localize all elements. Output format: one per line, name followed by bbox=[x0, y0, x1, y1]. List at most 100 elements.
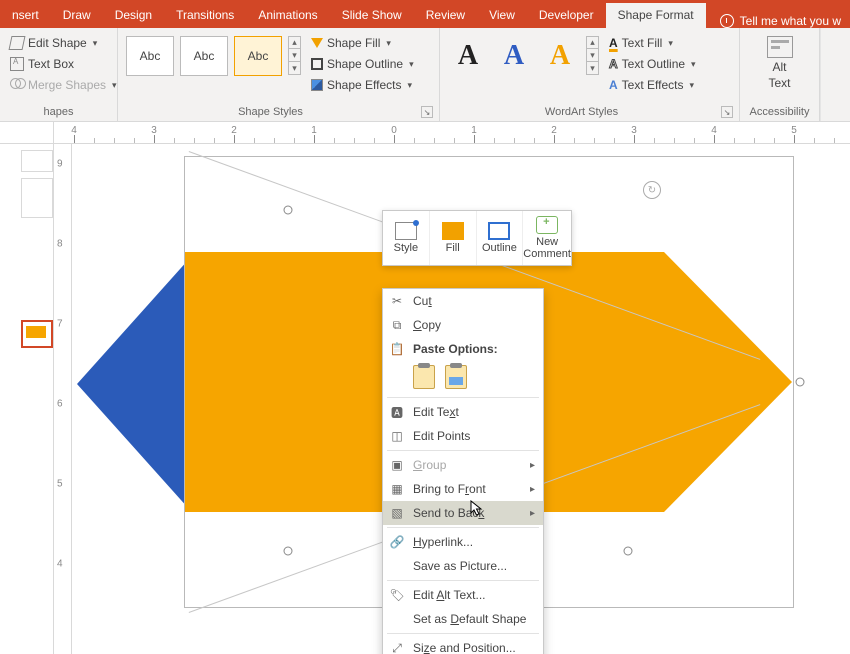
ctx-copy[interactable]: ⧉ Copy bbox=[383, 313, 543, 337]
bring-front-icon: ▦ bbox=[389, 481, 405, 497]
send-back-icon: ▧ bbox=[389, 505, 405, 521]
ctx-size-and-position[interactable]: ⤢ Size and Position... bbox=[383, 636, 543, 654]
style-swatch[interactable]: Abc bbox=[126, 36, 174, 76]
workspace: 987654 ↻ Style bbox=[0, 144, 850, 654]
gallery-more-icon[interactable]: ▾ bbox=[586, 62, 599, 75]
text-box-button[interactable]: Text Box bbox=[6, 55, 121, 73]
tab-draw[interactable]: Draw bbox=[51, 3, 103, 28]
mini-style-button[interactable]: Style bbox=[383, 211, 429, 265]
mini-new-comment-button[interactable]: New Comment bbox=[522, 211, 571, 265]
text-outline-label: Text Outline bbox=[622, 57, 685, 71]
ctx-edit-points[interactable]: ◫ Edit Points bbox=[383, 424, 543, 448]
text-fill-label: Text Fill bbox=[622, 36, 663, 50]
mini-outline-button[interactable]: Outline bbox=[476, 211, 523, 265]
tab-developer[interactable]: Developer bbox=[527, 3, 606, 28]
tab-slideshow[interactable]: Slide Show bbox=[330, 3, 414, 28]
selection-handle[interactable] bbox=[284, 547, 293, 556]
wordart-swatch[interactable]: A bbox=[540, 36, 580, 76]
tell-me-label: Tell me what you w bbox=[740, 14, 841, 28]
alt-text-label2: Text bbox=[768, 76, 790, 90]
paste-keep-formatting[interactable] bbox=[413, 365, 435, 389]
fill-icon bbox=[442, 222, 464, 240]
gallery-more-icon[interactable]: ▾ bbox=[288, 62, 301, 75]
alt-text-icon bbox=[767, 36, 793, 58]
ctx-edit-text[interactable]: 🅰 Edit Text bbox=[383, 400, 543, 424]
text-effects-button[interactable]: A Text Effects ▾ bbox=[605, 76, 700, 94]
paste-as-picture[interactable] bbox=[445, 365, 467, 389]
chevron-down-icon: ▾ bbox=[409, 59, 414, 70]
tab-view[interactable]: View bbox=[477, 3, 527, 28]
ctx-edit-alt-text[interactable]: 🏷 Edit Alt Text... bbox=[383, 583, 543, 607]
wordart-gallery[interactable]: A A A ▴ ▾ ▾ bbox=[446, 32, 601, 76]
shape-fill-label: Shape Fill bbox=[327, 36, 380, 50]
alt-text-button[interactable]: Alt Text bbox=[759, 32, 801, 94]
shape-effects-label: Shape Effects bbox=[327, 78, 402, 92]
slide-thumbnail-selected[interactable] bbox=[21, 320, 53, 348]
gallery-scroll[interactable]: ▴ ▾ ▾ bbox=[288, 36, 301, 75]
gallery-up-icon[interactable]: ▴ bbox=[586, 36, 599, 49]
slide-thumbnail[interactable] bbox=[21, 178, 53, 218]
ctx-set-default-shape[interactable]: Set as Default Shape bbox=[383, 607, 543, 631]
text-box-icon bbox=[10, 57, 24, 71]
dialog-launcher-icon[interactable]: ↘ bbox=[721, 106, 733, 118]
copy-icon: ⧉ bbox=[389, 317, 405, 333]
slide-thumbnails[interactable] bbox=[0, 144, 54, 654]
shape-outline-button[interactable]: Shape Outline ▾ bbox=[307, 55, 418, 73]
ribbon: Edit Shape ▾ Text Box Merge Shapes ▾ hap… bbox=[0, 28, 850, 122]
blue-triangle-shape[interactable] bbox=[77, 259, 189, 509]
ctx-cut[interactable]: ✂ Cut bbox=[383, 289, 543, 313]
wordart-swatch[interactable]: A bbox=[494, 36, 534, 76]
dialog-launcher-icon[interactable]: ↘ bbox=[421, 106, 433, 118]
ctx-hyperlink[interactable]: 🔗 Hyperlink... bbox=[383, 530, 543, 554]
tab-shape-format[interactable]: Shape Format bbox=[606, 3, 706, 28]
text-fill-button[interactable]: A Text Fill ▾ bbox=[605, 34, 700, 52]
text-box-label: Text Box bbox=[28, 57, 74, 71]
style-swatch[interactable]: Abc bbox=[234, 36, 282, 76]
edit-shape-button[interactable]: Edit Shape ▾ bbox=[6, 34, 121, 52]
style-swatch[interactable]: Abc bbox=[180, 36, 228, 76]
selection-handle[interactable] bbox=[796, 378, 805, 387]
group-label-insert-shapes: hapes bbox=[6, 104, 111, 121]
slide-surface[interactable]: ↻ Style Fill Outline bbox=[72, 144, 850, 654]
tab-insert[interactable]: nsert bbox=[0, 3, 51, 28]
text-outline-button[interactable]: A Text Outline ▾ bbox=[605, 55, 700, 73]
tab-design[interactable]: Design bbox=[103, 3, 164, 28]
slide-canvas[interactable]: 987654 ↻ Style bbox=[54, 144, 850, 654]
chevron-down-icon: ▾ bbox=[691, 59, 696, 70]
style-icon bbox=[395, 222, 417, 240]
shape-fill-button[interactable]: Shape Fill ▾ bbox=[307, 34, 418, 52]
shape-styles-gallery[interactable]: Abc Abc Abc ▴ ▾ ▾ bbox=[124, 32, 303, 76]
tell-me-search[interactable]: Tell me what you w bbox=[706, 14, 849, 28]
gallery-down-icon[interactable]: ▾ bbox=[586, 49, 599, 62]
group-icon: ▣ bbox=[389, 457, 405, 473]
chevron-down-icon: ▾ bbox=[93, 38, 98, 49]
edit-text-icon: 🅰 bbox=[389, 404, 405, 420]
ctx-paste-options-header: 📋 Paste Options: bbox=[383, 337, 543, 361]
slide-thumbnail[interactable] bbox=[21, 150, 53, 172]
shape-outline-label: Shape Outline bbox=[327, 57, 403, 71]
selection-handle[interactable] bbox=[284, 206, 293, 215]
outline-icon bbox=[311, 58, 323, 70]
selection-handle[interactable] bbox=[624, 547, 633, 556]
submenu-arrow-icon: ▸ bbox=[530, 508, 535, 519]
group-label-wordart-styles: WordArt Styles ↘ bbox=[446, 104, 733, 121]
rotate-handle[interactable]: ↻ bbox=[643, 181, 661, 199]
lightbulb-icon bbox=[720, 14, 734, 28]
wordart-swatch[interactable]: A bbox=[448, 36, 488, 76]
ctx-save-as-picture[interactable]: Save as Picture... bbox=[383, 554, 543, 578]
tab-transitions[interactable]: Transitions bbox=[164, 3, 246, 28]
edit-points-icon: ◫ bbox=[389, 428, 405, 444]
mini-fill-button[interactable]: Fill bbox=[429, 211, 476, 265]
gallery-up-icon[interactable]: ▴ bbox=[288, 36, 301, 49]
gallery-scroll[interactable]: ▴ ▾ ▾ bbox=[586, 36, 599, 75]
tab-animations[interactable]: Animations bbox=[246, 3, 329, 28]
ribbon-tabs: nsert Draw Design Transitions Animations… bbox=[0, 0, 850, 28]
chevron-down-icon: ▾ bbox=[668, 38, 673, 49]
gallery-down-icon[interactable]: ▾ bbox=[288, 49, 301, 62]
tab-review[interactable]: Review bbox=[414, 3, 477, 28]
shape-effects-button[interactable]: Shape Effects ▾ bbox=[307, 76, 418, 94]
ribbon-overflow[interactable] bbox=[820, 28, 834, 121]
mini-fill-label: Fill bbox=[446, 242, 460, 254]
ctx-send-to-back[interactable]: ▧ Send to Back ▸ bbox=[383, 501, 543, 525]
ctx-bring-to-front[interactable]: ▦ Bring to Front ▸ bbox=[383, 477, 543, 501]
